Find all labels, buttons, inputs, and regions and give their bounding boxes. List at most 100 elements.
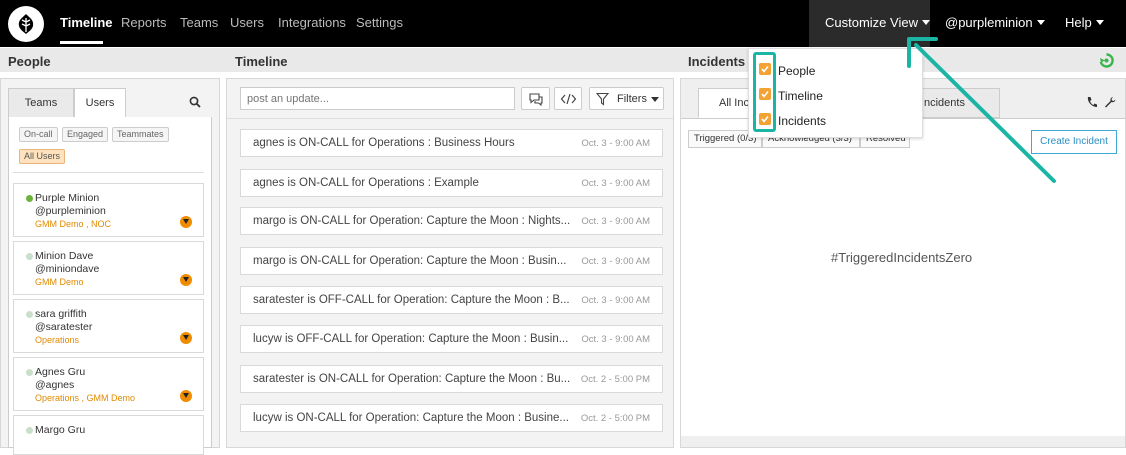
annotation-highlight-box [753,52,776,132]
customize-view-label: Customize View [825,15,918,30]
caret-down-icon [1036,20,1045,25]
tab-users[interactable]: Users [74,88,126,118]
filter-on-call[interactable]: On-call [19,127,58,142]
help-menu-button[interactable]: Help [1065,15,1104,30]
timeline-item[interactable]: lucyw is ON-CALL for Operation: Capture … [240,404,663,432]
nav-settings[interactable]: Settings [356,15,403,30]
user-handle: @saratester [35,321,93,333]
user-menu-button[interactable]: @purpleminion [945,15,1045,30]
timeline-item[interactable]: margo is ON-CALL for Operation: Capture … [240,247,663,275]
timeline-item[interactable]: agnes is ON-CALL for Operations : Exampl… [240,169,663,197]
timeline-item[interactable]: margo is ON-CALL for Operation: Capture … [240,207,663,235]
user-name: Margo Gru [35,424,86,436]
menu-item-incidents[interactable]: Incidents [778,114,826,128]
user-handle: @agnes [35,379,75,391]
code-button[interactable] [554,87,582,110]
chat-icon [529,93,543,106]
timeline-item-time: Oct. 3 - 9:00 AM [581,138,650,149]
timeline-item-time: Oct. 3 - 9:00 AM [581,216,650,227]
user-teams: GMM Demo [35,277,84,287]
user-teams: Operations [35,335,80,345]
menu-item-people[interactable]: People [778,64,815,78]
code-icon [560,93,577,105]
user-handle: @miniondave [35,263,100,275]
nav-integrations[interactable]: Integrations [278,15,346,30]
user-card[interactable]: Purple Minion @purpleminion GMM Demo , N… [13,183,204,237]
timeline-item-text: agnes is ON-CALL for Operations : Exampl… [253,177,479,189]
timeline-item-text: lucyw is ON-CALL for Operation: Capture … [253,412,569,424]
timeline-item-time: Oct. 3 - 9:00 AM [581,334,650,345]
top-nav-bar: Timeline Reports Teams Users Integration… [0,0,1126,47]
user-teams: GMM Demo , NOC [35,219,112,229]
status-dot [26,253,33,260]
tab-teams[interactable]: Teams [8,88,74,118]
nav-teams[interactable]: Teams [180,15,218,30]
user-name: sara griffith [35,308,87,320]
user-menu-label: @purpleminion [945,15,1033,30]
status-dot [26,369,33,376]
no-incidents-message: #TriggeredIncidentsZero [831,250,973,265]
incidents-content [681,118,1125,436]
escalation-icon[interactable] [180,274,192,286]
escalation-icon[interactable] [180,390,192,402]
timeline-item-text: lucyw is OFF-CALL for Operation: Capture… [253,333,569,345]
timeline-item-time: Oct. 2 - 5:00 PM [580,374,650,385]
timeline-item[interactable]: saratester is ON-CALL for Operation: Cap… [240,365,663,393]
help-menu-label: Help [1065,15,1092,30]
escalation-icon[interactable] [180,332,192,344]
user-card[interactable]: Minion Dave @miniondave GMM Demo [13,241,204,295]
user-card[interactable]: sara griffith @saratester Operations [13,299,204,353]
filter-icon [596,92,609,106]
filter-engaged[interactable]: Engaged [62,127,109,142]
nav-users[interactable]: Users [230,15,264,30]
caret-down-icon [921,20,930,25]
timeline-item-text: saratester is OFF-CALL for Operation: Ca… [253,294,570,306]
user-card[interactable]: Margo Gru [13,415,204,455]
post-update-input[interactable] [240,87,515,110]
timeline-item[interactable]: saratester is OFF-CALL for Operation: Ca… [240,286,663,314]
victorops-logo[interactable] [8,6,44,42]
timeline-item[interactable]: agnes is ON-CALL for Operations : Busine… [240,129,663,157]
create-incident-button[interactable]: Create Incident [1031,130,1117,154]
timeline-item-time: Oct. 3 - 9:00 AM [581,256,650,267]
nav-reports[interactable]: Reports [121,15,167,30]
chat-button[interactable] [521,87,550,110]
filters-label: Filters [617,93,647,105]
timeline-item-text: saratester is ON-CALL for Operation: Cap… [253,373,571,385]
escalation-icon[interactable] [180,216,192,228]
refresh-icon[interactable] [1099,53,1114,68]
nav-active-indicator [60,41,103,44]
timeline-item-text: margo is ON-CALL for Operation: Capture … [253,215,571,227]
nav-timeline[interactable]: Timeline [60,15,113,30]
user-name: Minion Dave [35,250,94,262]
user-name: Purple Minion [35,192,100,204]
timeline-item-time: Oct. 3 - 9:00 AM [581,178,650,189]
caret-down-icon [651,97,659,102]
divider [13,172,204,173]
filter-all-users[interactable]: All Users [19,149,66,164]
menu-item-timeline[interactable]: Timeline [778,89,823,103]
customize-view-button[interactable]: Customize View [825,15,930,30]
search-icon[interactable] [189,96,201,108]
divider [227,118,673,119]
timeline-item-text: margo is ON-CALL for Operation: Capture … [253,255,567,267]
timeline-item-text: agnes is ON-CALL for Operations : Busine… [253,137,515,149]
timeline-item-time: Oct. 3 - 9:00 AM [581,295,650,306]
filter-teammates[interactable]: Teammates [112,127,169,142]
filters-button[interactable]: Filters [589,87,664,110]
people-section-title: People [8,54,51,69]
section-header-strip [0,48,1126,72]
user-handle: @purpleminion [35,205,106,217]
wrench-icon[interactable] [1104,96,1116,108]
user-card[interactable]: Agnes Gru @agnes Operations , GMM Demo [13,357,204,411]
timeline-item-time: Oct. 2 - 5:00 PM [580,413,650,424]
user-name: Agnes Gru [35,366,86,378]
timeline-item[interactable]: lucyw is OFF-CALL for Operation: Capture… [240,325,663,353]
status-dot [26,311,33,318]
user-teams: Operations , GMM Demo [35,393,136,403]
incidents-section-title: Incidents [688,54,746,69]
status-dot [26,427,33,434]
timeline-section-title: Timeline [235,54,288,69]
caret-down-icon [1095,20,1104,25]
phone-icon[interactable] [1086,96,1098,108]
